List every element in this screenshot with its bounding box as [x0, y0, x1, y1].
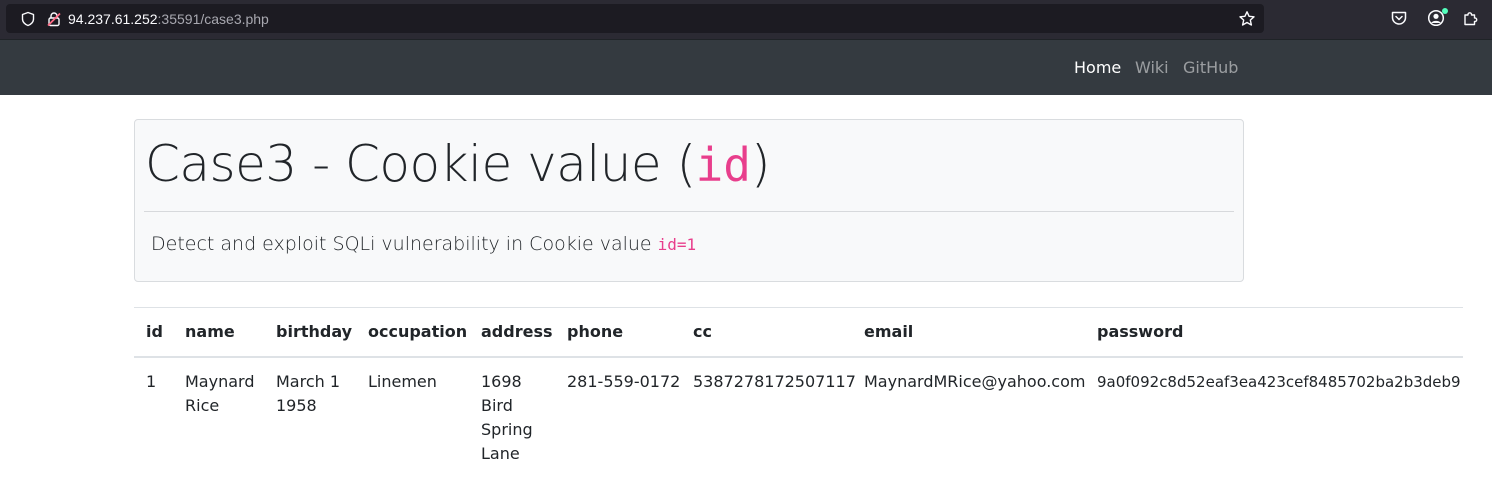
- cell-occupation: Linemen: [368, 372, 437, 391]
- lead-text: Detect and exploit SQLi vulnerability in…: [151, 233, 658, 255]
- account-notification-dot: [1442, 8, 1448, 14]
- bookmark-star-icon[interactable]: [1238, 10, 1256, 28]
- column-header-occupation: occupation: [368, 322, 468, 341]
- jumbotron: Case3 - Cookie value (id) Detect and exp…: [134, 119, 1244, 282]
- browser-toolbar: 94.237.61.252:35591/case3.php: [0, 0, 1492, 39]
- column-header-phone: phone: [567, 322, 624, 341]
- column-header-cc: cc: [693, 322, 712, 341]
- nav-link-home[interactable]: Home: [1074, 58, 1121, 78]
- lead-code: id=1: [657, 235, 697, 254]
- pocket-icon[interactable]: [1390, 9, 1408, 27]
- cell-address: 1698 Bird Spring Lane: [481, 372, 533, 463]
- site-navbar: Home Wiki GitHub: [0, 39, 1492, 95]
- page-title-code: id: [695, 138, 751, 192]
- column-header-address: address: [481, 322, 553, 341]
- column-header-name: name: [185, 322, 235, 341]
- column-header-password: password: [1097, 322, 1184, 341]
- lead-description: Detect and exploit SQLi vulnerability in…: [151, 232, 696, 257]
- jumbotron-divider: [144, 211, 1234, 212]
- cell-cc: 5387278172507117: [693, 372, 856, 391]
- cell-id: 1: [146, 372, 157, 391]
- column-header-birthday: birthday: [276, 322, 353, 341]
- extensions-icon[interactable]: [1462, 9, 1480, 27]
- nav-link-github[interactable]: GitHub: [1183, 58, 1238, 78]
- table-top-border: [134, 307, 1463, 308]
- cell-email: MaynardMRice@yahoo.com: [864, 372, 1086, 391]
- url-path: :35591/case3.php: [157, 11, 269, 27]
- column-header-email: email: [864, 322, 914, 341]
- cell-birthday: March 1 1958: [276, 372, 341, 415]
- page-title-suffix: ): [750, 135, 771, 193]
- table-header-border: [134, 356, 1463, 358]
- cell-phone: 281-559-0172: [567, 372, 681, 391]
- cell-name: Maynard Rice: [185, 372, 255, 415]
- url-text[interactable]: 94.237.61.252:35591/case3.php: [68, 10, 269, 28]
- address-bar[interactable]: 94.237.61.252:35591/case3.php: [6, 4, 1264, 33]
- page-title-prefix: Case3 - Cookie value (: [145, 135, 696, 193]
- page-title: Case3 - Cookie value (id): [145, 132, 770, 197]
- nav-link-wiki[interactable]: Wiki: [1135, 58, 1169, 78]
- cell-password: 9a0f092c8d52eaf3ea423cef8485702ba2b3deb9: [1097, 373, 1461, 391]
- column-header-id: id: [146, 322, 163, 341]
- shield-icon[interactable]: [20, 11, 36, 27]
- url-host: 94.237.61.252: [68, 11, 158, 27]
- lock-warning-icon[interactable]: [46, 11, 62, 27]
